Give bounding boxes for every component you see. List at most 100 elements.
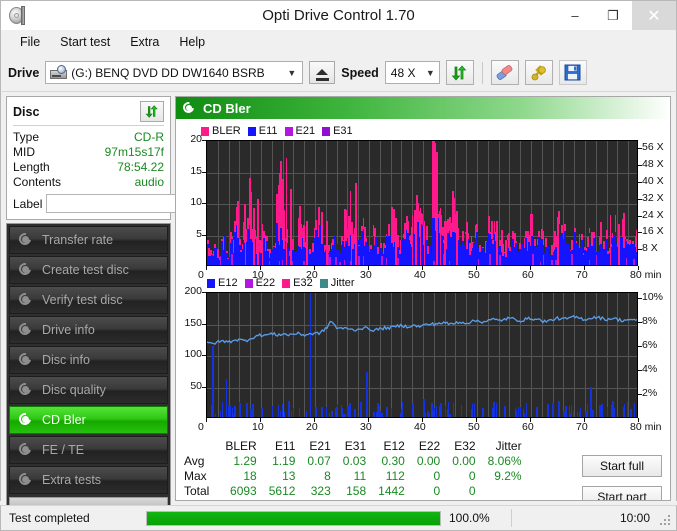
legend-item-e21: E21	[284, 125, 315, 137]
close-button[interactable]: ✕	[632, 1, 676, 30]
y2-tick	[638, 165, 642, 167]
x-tick	[638, 266, 639, 270]
cell-max-e12: 112	[385, 469, 405, 483]
legend-item-jitter: Jitter	[319, 277, 355, 289]
cell-total-e11: 5612	[268, 484, 296, 498]
bler-spike	[395, 217, 398, 265]
disc-row-mid: MID 97m15s17f	[13, 145, 164, 160]
sidebar-item-disc-info[interactable]: Disc info	[9, 346, 168, 374]
progress-bar-fill	[147, 511, 440, 525]
y-tick-label: 10	[190, 196, 202, 208]
sidebar-item-extra-tests[interactable]: Extra tests	[9, 466, 168, 494]
jitter-plot-area[interactable]	[206, 292, 638, 418]
sidebar-item-drive-info[interactable]: Drive info	[9, 316, 168, 344]
cell-total-e22: 0	[433, 484, 441, 498]
speed-select[interactable]: 48 X ▼	[384, 61, 440, 84]
bler-spike	[557, 224, 560, 265]
y2-tick-label: 4%	[642, 363, 658, 375]
y2-tick	[638, 322, 642, 323]
legend-swatch	[282, 278, 291, 288]
y-tick-label: 20	[190, 133, 202, 145]
start-part-button[interactable]: Start part	[582, 486, 662, 500]
sidebar-item-verify-test-disc[interactable]: Verify test disc	[9, 286, 168, 314]
legend-swatch	[284, 126, 293, 136]
disc-length-value: 78:54.22	[117, 160, 164, 174]
erase-button[interactable]	[490, 60, 519, 85]
tools-button[interactable]	[524, 60, 553, 85]
x-tick-label: 50	[468, 421, 480, 433]
cell-avg-jitter: 8.06%	[487, 454, 522, 468]
bler-spike	[455, 211, 458, 265]
eject-icon	[316, 69, 329, 75]
x-tick	[206, 266, 207, 270]
sidebar-item-fe-te[interactable]: FE / TE	[9, 436, 168, 464]
col-header-e32: E32	[454, 439, 476, 453]
sidebar-item-transfer-rate[interactable]: Transfer rate	[9, 226, 168, 254]
x-tick-label: 20	[306, 421, 318, 433]
x-tick-label: 60	[522, 269, 534, 281]
save-icon	[564, 64, 581, 81]
menu-extra[interactable]: Extra	[121, 32, 168, 52]
x-tick	[368, 266, 369, 270]
disc-mid-value: 97m15s17f	[104, 145, 164, 159]
x-tick	[206, 418, 207, 422]
title-bar: Opti Drive Control 1.70 – ❐ ✕	[0, 0, 677, 30]
sidebar-item-create-test-disc[interactable]: Create test disc	[9, 256, 168, 284]
eject-button[interactable]	[309, 61, 336, 84]
x-tick	[530, 418, 531, 422]
y-tick-label: 150	[184, 316, 202, 329]
sidebar-item-disc-quality[interactable]: Disc quality	[9, 376, 168, 404]
legend-label: E11	[258, 125, 278, 137]
progress-bar	[146, 510, 441, 526]
x-tick	[260, 418, 261, 422]
cell-max-jitter: 9.2%	[494, 469, 522, 483]
x-tick-label: 0	[198, 269, 204, 281]
chevron-down-icon: ▼	[425, 67, 435, 78]
x-tick	[584, 266, 585, 270]
chart-panel-title: CD Bler	[203, 100, 251, 116]
cell-max-e22: 0	[433, 469, 441, 483]
menu-help[interactable]: Help	[170, 32, 214, 52]
table-header-row: BLER E11 E21 E31 E12 E22 E32 Jitter	[182, 439, 528, 454]
stats-table: BLER E11 E21 E31 E12 E22 E32 Jitter Avg …	[182, 439, 528, 499]
maximize-button[interactable]: ❐	[594, 1, 632, 30]
x-tick	[476, 418, 477, 422]
y2-tick	[638, 394, 642, 395]
col-header-e31: E31	[344, 439, 367, 453]
drive-label: Drive	[8, 65, 40, 80]
x-tick-label: 10	[252, 421, 264, 433]
y2-tick	[638, 182, 642, 183]
disc-refresh-button[interactable]	[140, 101, 164, 122]
drive-select[interactable]: (G:) BENQ DVD DD DW1640 BSRB ▼	[45, 61, 304, 84]
chevron-down-icon: ▼	[287, 67, 297, 78]
menu-file[interactable]: File	[11, 32, 49, 52]
x-tick-label: 60	[522, 421, 534, 433]
refresh-button[interactable]	[445, 60, 474, 85]
bler-spike	[285, 157, 288, 265]
resize-grip-icon[interactable]	[660, 515, 672, 527]
bler-plot-area[interactable]	[206, 140, 638, 266]
y2-tick-label: 6%	[642, 339, 658, 351]
x-tick-label: 50	[468, 269, 480, 281]
status-separator	[511, 509, 512, 527]
cell-max-e11: 13	[282, 469, 296, 483]
save-button[interactable]	[558, 60, 587, 85]
y2-tick-label: 8%	[642, 315, 658, 327]
status-message: Test completed	[9, 511, 90, 525]
row-label-total: Total	[184, 484, 210, 498]
legend-swatch	[322, 126, 331, 136]
y2-tick	[638, 148, 642, 150]
y2-tick-label: 16 X	[642, 225, 664, 238]
cell-avg-e32: 0.00	[452, 454, 476, 468]
status-bar: Test completed 100.0% 10:00	[0, 505, 677, 531]
grid-line	[596, 141, 597, 265]
sidebar-item-cd-bler[interactable]: CD Bler	[9, 406, 168, 434]
grid-line	[207, 204, 637, 205]
menu-start-test[interactable]: Start test	[51, 32, 119, 52]
disc-test-icon	[180, 99, 197, 116]
x-tick	[422, 418, 423, 422]
minimize-button[interactable]: –	[556, 1, 594, 30]
start-full-button[interactable]: Start full	[582, 455, 662, 477]
menu-bar: File Start test Extra Help	[0, 30, 677, 54]
app-disc-drive-icon	[7, 5, 29, 27]
